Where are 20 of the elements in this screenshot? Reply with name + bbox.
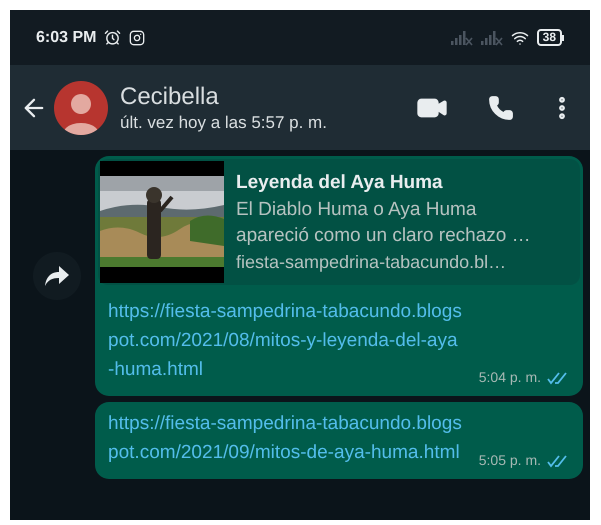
status-time: 6:03 PM <box>36 28 96 48</box>
signal-icon <box>480 30 503 46</box>
camera-icon <box>129 30 146 46</box>
preview-description: El Diablo Huma o Aya Huma apareció como un claro rechazo … <box>236 198 532 248</box>
message-link[interactable]: https://fiesta-sampedrina-tabacundo.blogspot.com/2021/08/mitos-y-leyenda-del-aya-huma.html <box>108 297 463 384</box>
alarm-icon <box>104 29 122 46</box>
phone-icon[interactable] <box>488 94 514 120</box>
forward-button[interactable] <box>33 252 81 300</box>
preview-title: Leyenda del Aya Huma <box>236 171 444 195</box>
preview-domain: fiesta-sampedrina-tabacundo.bl… <box>236 251 508 274</box>
link-preview-card[interactable]: Leyenda del Aya Huma El Diablo Huma o Aya Huma apareció como un claro rechazo … fiesta-sampedrina-tabacundo.bl… <box>98 159 580 285</box>
message-time: 5:04 p. m. <box>478 368 541 387</box>
signal-icon <box>450 30 473 46</box>
share-arrow-icon <box>44 265 70 287</box>
battery-icon: 38 <box>536 29 564 46</box>
message-link[interactable]: https://fiesta-sampedrina-tabacundo.blogspot.com/2021/09/mitos-de-aya-huma.html <box>108 409 463 467</box>
last-seen: últ. vez hoy a las 5:57 p. m. <box>120 112 328 134</box>
message-time: 5:05 p. m. <box>478 451 541 470</box>
avatar[interactable] <box>54 80 108 134</box>
contact-name: Cecibella <box>120 82 220 112</box>
